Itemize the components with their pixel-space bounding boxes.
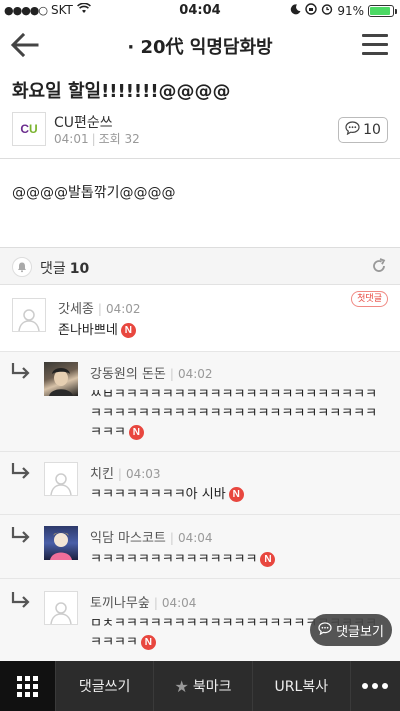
mascot-avatar[interactable]: [44, 526, 78, 560]
write-comment-button[interactable]: 댓글쓰기: [55, 661, 153, 711]
bookmark-button[interactable]: ★ 북마크: [153, 661, 251, 711]
more-options-icon[interactable]: [349, 661, 400, 711]
grid-menu-icon[interactable]: [0, 661, 55, 711]
comment-author[interactable]: 강동원의 돈돈 | 04:02: [90, 363, 213, 382]
reply-item: 치킨 | 04:03 ㅋㅋㅋㅋㅋㅋㅋㅋ아 시바 N: [0, 452, 400, 515]
new-badge: N: [228, 487, 244, 502]
speech-bubble-icon: [318, 621, 332, 639]
divider: [0, 158, 400, 159]
comment-text: 존나바쁘네 N: [58, 321, 378, 340]
board-title: · 20代 익명담화방: [127, 37, 273, 58]
comment-count: 10: [363, 122, 381, 138]
hamburger-menu-icon[interactable]: [362, 34, 388, 56]
post-body: @@@@발톱깎기@@@@: [12, 185, 176, 201]
comment-text: ㅋㅋㅋㅋㅋㅋㅋㅋㅋㅋㅋㅋㅋㅋ N: [90, 550, 380, 569]
post-author-row: CU CU편순쓰 04:01 | 조회 32 10: [12, 112, 388, 150]
reply-item: 강동원의 돈돈 | 04:02 ㅆㅂㅋㅋㅋㅋㅋㅋㅋㅋㅋㅋㅋㅋㅋㅋㅋㅋㅋㅋㅋㅋㅋㅋㅋㅋ…: [0, 352, 400, 452]
refresh-icon[interactable]: [370, 257, 388, 275]
alarm-icon: [321, 3, 333, 18]
reply-arrow-icon: [10, 591, 32, 611]
comment-count-button[interactable]: 10: [338, 117, 388, 143]
app-header: · 20代 익명담화방: [0, 22, 400, 68]
reply-arrow-icon: [10, 462, 32, 482]
post-time: 04:01: [54, 132, 89, 146]
battery-percent: 91%: [337, 3, 364, 18]
comment-item: 갓세종 | 04:02 첫댓글 존나바쁘네 N: [0, 285, 400, 352]
bell-icon[interactable]: [12, 257, 32, 277]
default-avatar-icon[interactable]: [44, 462, 78, 496]
comments-header: 댓글 10: [0, 247, 400, 285]
reply-arrow-icon: [10, 526, 32, 546]
post-meta: 04:01 | 조회 32: [54, 132, 140, 146]
view-comments-button[interactable]: 댓글보기: [310, 614, 392, 646]
reply-arrow-icon: [10, 362, 32, 382]
comment-author[interactable]: 갓세종 | 04:02: [58, 298, 141, 317]
comments-label: 댓글 10: [40, 261, 90, 277]
comment-author[interactable]: 치킨 | 04:03: [90, 463, 161, 482]
copy-url-button[interactable]: URL복사: [251, 661, 350, 711]
reply-item: 익담 마스코트 | 04:04 ㅋㅋㅋㅋㅋㅋㅋㅋㅋㅋㅋㅋㅋㅋ N: [0, 515, 400, 579]
comment-author[interactable]: 토끼나무숲 | 04:04: [90, 592, 196, 611]
profile-photo-avatar[interactable]: [44, 362, 78, 396]
post-views: 조회 32: [98, 132, 140, 146]
comment-text: ㅋㅋㅋㅋㅋㅋㅋㅋ아 시바 N: [90, 485, 380, 504]
default-avatar-icon[interactable]: [12, 298, 46, 332]
view-comments-label: 댓글보기: [336, 624, 384, 640]
author-avatar-cu-logo[interactable]: CU: [12, 112, 46, 146]
comment-author[interactable]: 익담 마스코트 | 04:04: [90, 527, 213, 546]
comments-count: 10: [69, 261, 90, 277]
lock-rotation-icon: [305, 3, 318, 18]
moon-icon: [290, 3, 301, 18]
bottom-toolbar: 댓글쓰기 ★ 북마크 URL복사: [0, 661, 400, 711]
new-badge: N: [260, 552, 276, 567]
new-badge: N: [128, 425, 144, 440]
star-icon: ★: [174, 676, 189, 696]
comment-text: ㅆㅂㅋㅋㅋㅋㅋㅋㅋㅋㅋㅋㅋㅋㅋㅋㅋㅋㅋㅋㅋㅋㅋㅋㅋㅋㅋㅋㅋㅋㅋㅋㅋㅋㅋㅋㅋㅋㅋㅋ…: [90, 387, 378, 440]
post-title: 화요일 할일!!!!!!!@@@@: [12, 81, 231, 102]
battery-icon: [368, 4, 397, 17]
status-bar: ●●●●○ SKT 04:04 91%: [0, 0, 400, 22]
default-avatar-icon[interactable]: [44, 591, 78, 625]
first-comment-tag: 첫댓글: [351, 291, 388, 307]
new-badge: N: [140, 635, 156, 650]
speech-bubble-icon: [345, 121, 360, 139]
new-badge: N: [120, 323, 136, 338]
author-name[interactable]: CU편순쓰: [54, 112, 113, 132]
